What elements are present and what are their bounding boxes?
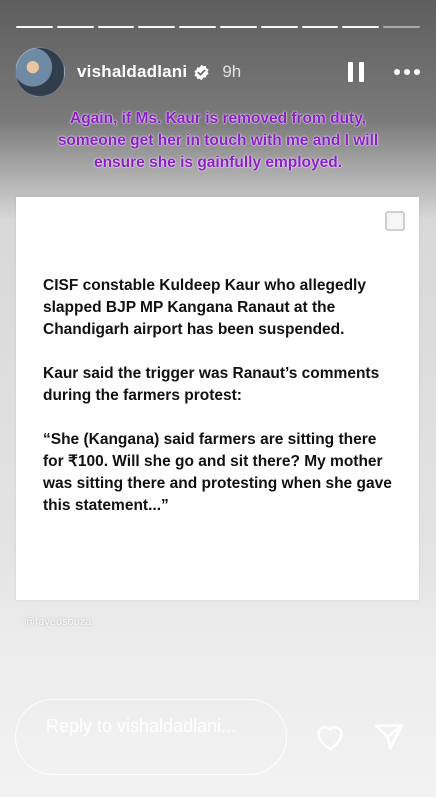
progress-segment [219, 26, 257, 28]
watermark: @fayedsouza [24, 616, 92, 628]
pause-icon [348, 62, 353, 82]
multi-post-icon [385, 211, 405, 231]
post-paragraph: CISF constable Kuldeep Kaur who allegedl… [43, 277, 366, 338]
more-button[interactable] [394, 69, 420, 75]
post-paragraph: Kaur said the trigger was Ranaut’s comme… [43, 365, 380, 404]
caption-line: someone get her in touch with me and I w… [57, 132, 379, 149]
progress-segment [179, 26, 216, 28]
pause-button[interactable] [344, 60, 368, 84]
post-paragraph: “She (Kangana) said farmers are sitting … [43, 431, 392, 514]
caption-line: ensure she is gainfully employed. [93, 154, 343, 171]
reply-input[interactable]: Reply to vishaldadlani... [15, 699, 287, 775]
avatar[interactable] [15, 47, 65, 97]
heart-icon[interactable] [312, 720, 348, 754]
progress-segment [138, 26, 176, 28]
pause-icon [359, 62, 364, 82]
post-text: CISF constable Kuldeep Kaur who allegedl… [43, 275, 393, 539]
progress-segment [342, 26, 380, 28]
more-icon [414, 69, 420, 75]
more-icon [394, 69, 400, 75]
shared-post-card[interactable]: CISF constable Kuldeep Kaur who allegedl… [16, 197, 419, 600]
caption-line: Again, if Ms. Kaur is removed from duty, [70, 110, 366, 127]
progress-segment [260, 26, 298, 28]
progress-segment [97, 26, 135, 28]
story-caption: Again, if Ms. Kaur is removed from duty,… [20, 108, 416, 174]
more-icon [404, 69, 410, 75]
progress-segment [56, 26, 94, 28]
progress-segment [16, 26, 53, 28]
story-progress-bar [16, 26, 420, 28]
time-ago: 9h [222, 62, 242, 81]
progress-segment [383, 26, 420, 28]
progress-segment [301, 26, 339, 28]
verified-badge-icon [194, 64, 209, 80]
send-icon[interactable] [372, 720, 406, 754]
username[interactable]: vishaldadlani [77, 62, 187, 82]
story-header: vishaldadlani 9h [15, 47, 420, 97]
